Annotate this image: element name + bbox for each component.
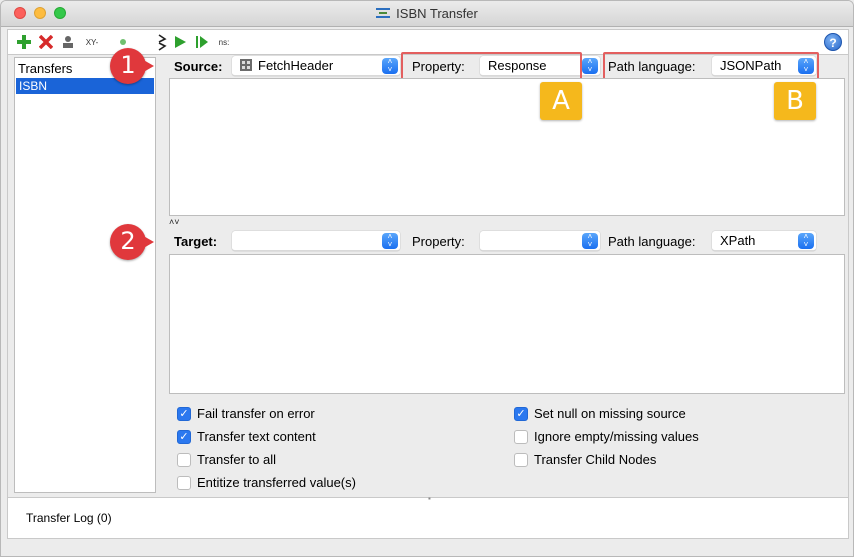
option-label: Entitize transferred value(s) <box>197 475 356 490</box>
path-language-highlight-frame <box>603 52 819 81</box>
chevron-updown-icon: ˄ ˅ <box>382 233 398 249</box>
title-bar: ISBN Transfer <box>1 1 853 27</box>
target-path-language-select[interactable]: XPath ˄ ˅ <box>712 231 816 251</box>
option-transfer-text-content[interactable]: ✓ Transfer text content <box>177 429 316 444</box>
option-fail-on-error[interactable]: ✓ Fail transfer on error <box>177 406 315 421</box>
property-transfer-icon <box>376 8 391 18</box>
rename-transfer-button[interactable] <box>60 34 76 50</box>
annotation-badge-2: 2 <box>110 224 154 260</box>
option-transfer-to-all[interactable]: Transfer to all <box>177 452 276 467</box>
transfers-list: Transfers ISBN <box>14 57 156 493</box>
source-select[interactable]: FetchHeader ˄ ˅ <box>232 56 400 76</box>
annotation-badge-a: A <box>540 82 582 120</box>
source-value: FetchHeader <box>258 58 334 73</box>
target-property-label: Property: <box>412 234 465 249</box>
option-label: Ignore empty/missing values <box>534 429 699 444</box>
annotation-badge-1: 1 <box>110 48 154 84</box>
badge-number: 2 <box>120 227 136 255</box>
window-title-text: ISBN Transfer <box>396 6 478 21</box>
property-highlight-frame <box>401 52 582 81</box>
chevron-updown-icon: ˄ ˅ <box>582 233 598 249</box>
option-label: Set null on missing source <box>534 406 686 421</box>
window-title: ISBN Transfer <box>1 6 853 21</box>
delete-transfer-button[interactable] <box>38 34 54 50</box>
target-path-language-value: XPath <box>720 233 756 248</box>
splitter-arrows-icon[interactable]: ˄˅ <box>169 217 180 227</box>
checkbox-checked-icon[interactable]: ✓ <box>177 429 191 444</box>
option-label: Fail transfer on error <box>197 406 315 421</box>
checkbox-checked-icon[interactable]: ✓ <box>177 406 191 421</box>
checkbox-icon[interactable] <box>177 452 191 467</box>
sort-icon <box>158 34 167 51</box>
target-select[interactable]: ˄ ˅ <box>232 231 400 251</box>
checkbox-checked-icon[interactable]: ✓ <box>514 406 528 421</box>
run-all-icon <box>196 36 208 48</box>
xpath-button[interactable]: XY- <box>82 34 102 50</box>
main-panel: Transfers ISBN Source: FetchHeader ˄ ˅ Pr… <box>7 48 849 498</box>
add-transfer-button[interactable] <box>16 34 32 50</box>
option-entitize-values[interactable]: Entitize transferred value(s) <box>177 475 356 490</box>
rename-icon <box>63 36 73 48</box>
test-step-icon <box>240 59 252 71</box>
namespace-icon: ns: <box>218 37 230 47</box>
chevron-updown-icon: ˄ ˅ <box>798 233 814 249</box>
checkbox-icon[interactable] <box>177 475 191 490</box>
target-expression-editor[interactable] <box>169 254 845 394</box>
option-label: Transfer to all <box>197 452 276 467</box>
checkbox-icon[interactable] <box>514 452 528 467</box>
isbn-transfer-window: ISBN Transfer XY- ns: ? Transfers ISBN S… <box>0 0 854 557</box>
status-dot-icon <box>120 39 126 45</box>
add-icon <box>17 35 31 49</box>
delete-icon <box>39 35 53 49</box>
option-ignore-empty-values[interactable]: Ignore empty/missing values <box>514 429 699 444</box>
chevron-updown-icon: ˄ ˅ <box>382 58 398 74</box>
option-label: Transfer Child Nodes <box>534 452 657 467</box>
checkbox-icon[interactable] <box>514 429 528 444</box>
help-icon[interactable]: ? <box>824 33 842 51</box>
run-button[interactable] <box>172 34 188 50</box>
transfer-log-panel: ▪ Transfer Log (0) <box>7 494 849 539</box>
target-label: Target: <box>174 234 218 249</box>
badge-number: 1 <box>120 51 136 79</box>
source-label: Source: <box>174 59 223 74</box>
option-transfer-child-nodes[interactable]: Transfer Child Nodes <box>514 452 656 467</box>
option-set-null-missing-source[interactable]: ✓ Set null on missing source <box>514 406 686 421</box>
target-path-language-label: Path language: <box>608 234 696 249</box>
transfer-log-tab[interactable]: Transfer Log (0) <box>26 511 112 525</box>
annotation-badge-b: B <box>774 82 816 120</box>
run-all-button[interactable] <box>194 34 210 50</box>
source-expression-editor[interactable] <box>169 78 845 216</box>
run-icon <box>175 36 186 48</box>
chevron-updown-icon: ˄ ˅ <box>582 58 598 74</box>
xpath-icon: XY- <box>85 37 99 47</box>
sort-button[interactable] <box>156 34 168 51</box>
namespace-button[interactable]: ns: <box>216 34 232 50</box>
resize-handle-icon[interactable]: ▪ <box>428 494 431 503</box>
option-label: Transfer text content <box>197 429 316 444</box>
target-property-select[interactable]: ˄ ˅ <box>480 231 600 251</box>
